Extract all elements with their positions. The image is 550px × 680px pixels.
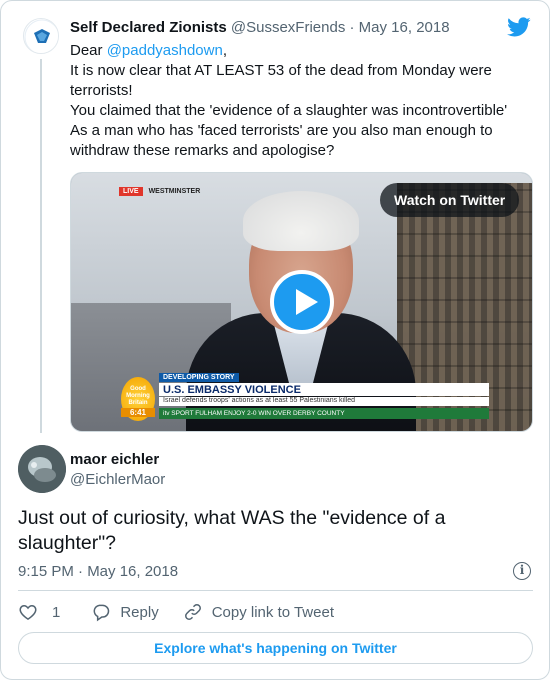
reply-label: Reply [120, 603, 159, 621]
quoted-text-line: It is now clear that AT LEAST 53 of the … [70, 62, 492, 99]
copy-link-label: Copy link to Tweet [211, 603, 334, 621]
quoted-tweet-header: Self Declared Zionists @SussexFriends · … [70, 18, 450, 37]
like-count: 1 [52, 603, 61, 621]
broadcast-clock: 6:41 [121, 408, 155, 417]
quoted-tweet-text: Dear @paddyashdown, It is now clear that… [70, 41, 532, 161]
mention-link[interactable]: @paddyashdown [107, 42, 223, 59]
copy-link-button[interactable]: Copy link to Tweet [183, 602, 334, 622]
divider [18, 590, 533, 591]
quoted-author-name[interactable]: Self Declared Zionists [70, 19, 227, 36]
author-avatar[interactable] [18, 445, 66, 493]
quoted-text-line: You claimed that the 'evidence of a slau… [70, 102, 508, 119]
quoted-author-avatar[interactable] [23, 18, 59, 54]
tweet-text: Just out of curiosity, what WAS the "evi… [18, 507, 446, 554]
quoted-tweet-date[interactable]: May 16, 2018 [359, 19, 450, 36]
reply-icon [93, 604, 110, 622]
reply-button[interactable]: Reply [91, 602, 159, 622]
tweet-actions: 1 Reply Copy link to Tweet [18, 601, 334, 623]
greeting-prefix: Dear [70, 42, 107, 59]
link-icon [184, 604, 201, 620]
greeting-suffix: , [222, 42, 227, 59]
embedded-tweet-card: Self Declared Zionists @SussexFriends · … [0, 0, 550, 680]
location-label: WESTMINSTER [148, 188, 201, 195]
tweet-timestamp[interactable]: 9:15 PM · May 16, 2018 [18, 562, 178, 582]
sport-ticker: itv SPORT FULHAM ENJOY 2-0 WIN OVER DERB… [159, 408, 489, 419]
news-lower-third: Good Morning Britain DEVELOPING STORY U.… [121, 373, 491, 423]
explore-twitter-button[interactable]: Explore what's happening on Twitter [18, 632, 533, 664]
info-icon[interactable]: i [513, 562, 531, 580]
quoted-text-line: Dear @paddyashdown, [70, 41, 532, 61]
author-name[interactable]: maor eichler [70, 450, 159, 469]
like-button[interactable]: 1 [18, 602, 60, 622]
news-subline: Israel defends troops' actions as at lea… [159, 397, 489, 406]
separator-dot: · [349, 19, 355, 36]
watch-on-twitter-button[interactable]: Watch on Twitter [380, 183, 520, 217]
broadcast-location-badge: LIVE WESTMINSTER [119, 187, 200, 196]
twitter-bird-icon[interactable] [507, 15, 531, 39]
thread-connector-line [40, 59, 42, 433]
video-person-hair [243, 191, 359, 251]
video-thumbnail[interactable]: LIVE WESTMINSTER Watch on Twitter Good M… [70, 172, 533, 432]
play-icon[interactable] [270, 270, 334, 334]
developing-story-label: DEVELOPING STORY [159, 373, 239, 382]
author-handle[interactable]: @EichlerMaor [70, 470, 165, 489]
heart-icon [19, 604, 37, 620]
news-headline: U.S. EMBASSY VIOLENCE [159, 383, 489, 396]
live-label: LIVE [119, 187, 143, 196]
quoted-author-handle[interactable]: @SussexFriends [231, 19, 345, 36]
quoted-text-line: As a man who has 'faced terrorists' are … [70, 122, 493, 159]
